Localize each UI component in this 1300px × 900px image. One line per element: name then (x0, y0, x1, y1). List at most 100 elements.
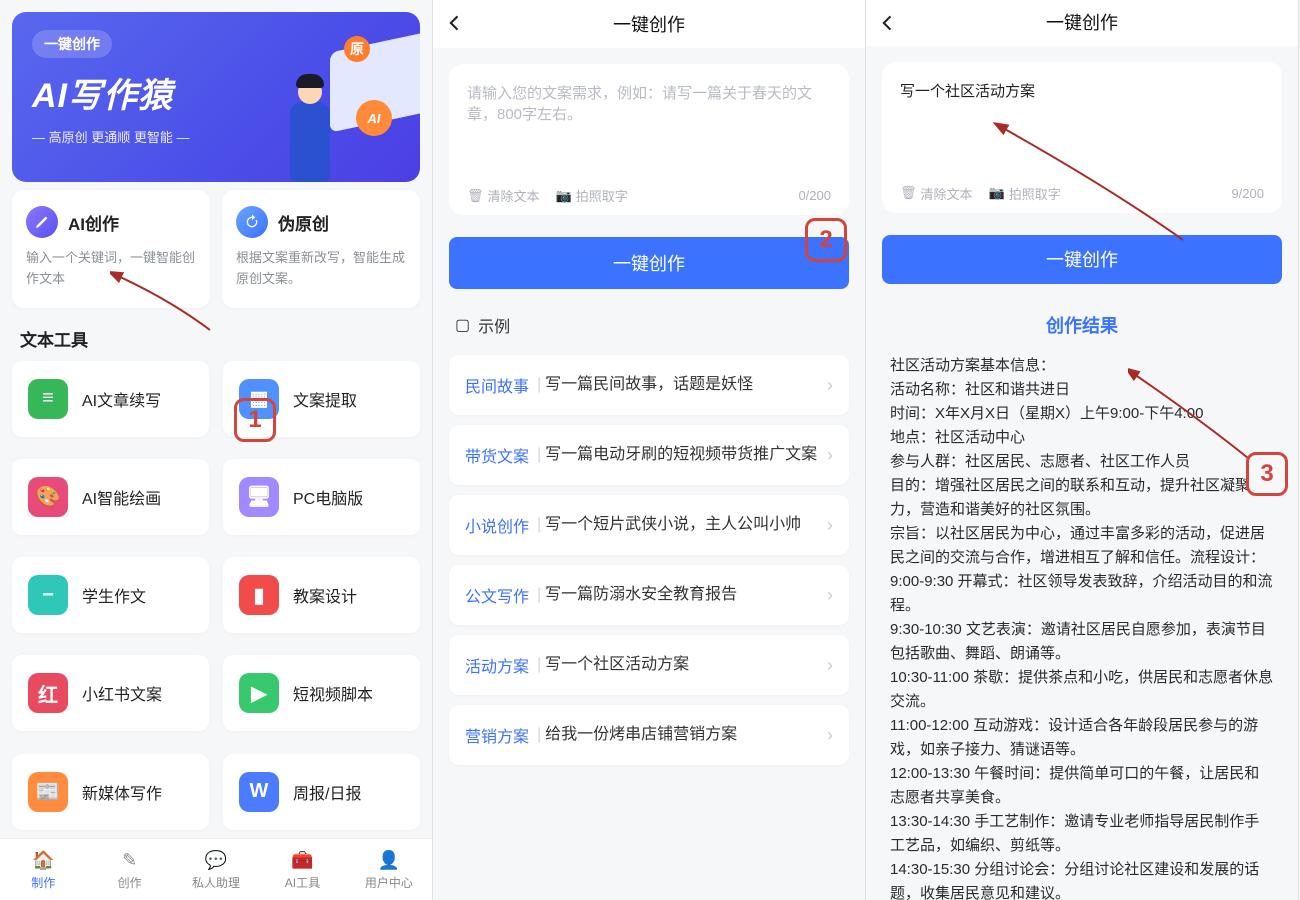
chevron-right-icon: › (827, 725, 833, 746)
tool-label: AI智能绘画 (82, 485, 161, 509)
screen-compose-result: 一键创作 写一个社区活动方案 🗑 清除文本 📷 拍照取字 9/200 一键创作 … (866, 0, 1299, 900)
example-item[interactable]: 民间故事|写一篇民间故事，话题是妖怪› (449, 355, 849, 415)
clear-label: 清除文本 (488, 186, 540, 205)
tool-item[interactable]: −学生作文 (12, 557, 209, 633)
example-tag: 带货文案 (465, 443, 529, 467)
separator: | (537, 586, 541, 604)
example-item[interactable]: 活动方案|写一个社区活动方案› (449, 635, 849, 695)
tab-AI工具[interactable]: 🧰AI工具 (259, 848, 345, 891)
tool-icon: ▶ (239, 673, 279, 713)
example-tag: 民间故事 (465, 373, 529, 397)
chevron-right-icon: › (827, 375, 833, 396)
tool-item[interactable]: 红小红书文案 (12, 655, 209, 731)
tab-icon: 💬 (204, 848, 228, 872)
trash-icon: 🗑 (900, 185, 917, 201)
navbar: 一键创作 (866, 0, 1298, 46)
tool-item[interactable]: 🖥PC电脑版 (223, 459, 420, 535)
prompt-textarea[interactable]: 写一个社区活动方案 (900, 80, 1264, 176)
tab-私人助理[interactable]: 💬私人助理 (173, 848, 259, 891)
tool-label: 文案提取 (293, 387, 357, 411)
separator: | (537, 726, 541, 744)
chevron-right-icon: › (827, 585, 833, 606)
tool-item[interactable]: ▶ 短视频脚本 (223, 655, 420, 731)
annotation-callout-1: 1 (234, 398, 276, 442)
card-desc: 根据文案重新改写，智能生成原创文案。 (236, 248, 406, 290)
card-pseudo-original[interactable]: 伪原创 根据文案重新改写，智能生成原创文案。 (222, 190, 420, 308)
hero-banner[interactable]: 原 AI 一键创作 AI写作猿 — 高原创 更通顺 更智能 — (12, 12, 420, 182)
hero-subtitle: — 高原创 更通顺 更智能 — (32, 127, 400, 146)
example-item[interactable]: 小说创作 |写一个短片武侠小说，主人公叫小帅 › (449, 495, 849, 555)
example-text: 写一篇防溺水安全教育报告 (545, 584, 821, 606)
pen-icon (26, 206, 58, 238)
example-text: 写一个社区活动方案 (545, 654, 821, 676)
tool-label: 教案设计 (293, 583, 357, 607)
tab-label: 用户中心 (346, 874, 432, 891)
tool-item[interactable]: 📰新媒体写作 (12, 754, 209, 830)
example-item[interactable]: 带货文案|写一篇电动牙刷的短视频带货推广文案› (449, 425, 849, 485)
clear-label: 清除文本 (921, 184, 973, 203)
hero-pill: 一键创作 (32, 30, 112, 58)
example-item[interactable]: 公文写作|写一篇防溺水安全教育报告› (449, 565, 849, 625)
tool-label: PC电脑版 (293, 485, 363, 509)
tab-icon: 👤 (377, 848, 401, 872)
tool-icon: 红 (28, 673, 68, 713)
tool-icon: 🎨 (28, 477, 68, 517)
prompt-textarea[interactable]: 请输入您的文案需求，例如：请写一篇关于春天的文章，800字左右。 (467, 82, 831, 178)
camera-icon: 📷 (989, 185, 1005, 201)
panel-actions-row: 🗑 清除文本 📷 拍照取字 9/200 (900, 184, 1264, 203)
tool-label: 短视频脚本 (293, 681, 373, 705)
input-panel: 请输入您的文案需求，例如：请写一篇关于春天的文章，800字左右。 🗑 清除文本 … (449, 64, 849, 215)
tool-item[interactable]: ▮教案设计 (223, 557, 420, 633)
separator: | (537, 516, 541, 534)
result-title: 创作结果 (866, 312, 1298, 338)
tab-制作[interactable]: 🏠制作 (0, 848, 86, 891)
tool-grid: ≡AI文章续写▦文案提取🎨AI智能绘画🖥PC电脑版−学生作文▮教案设计红小红书文… (0, 361, 432, 838)
char-counter: 9/200 (1231, 186, 1264, 201)
photo-ocr-button[interactable]: 📷 拍照取字 (556, 186, 628, 205)
back-icon[interactable] (445, 10, 465, 42)
photo-ocr-button[interactable]: 📷 拍照取字 (989, 184, 1061, 203)
examples-title: 示例 (478, 313, 510, 337)
back-icon[interactable] (878, 10, 898, 42)
generate-button[interactable]: 一键创作 (882, 235, 1282, 284)
chevron-right-icon: › (827, 655, 833, 676)
tool-item[interactable]: W周报/日报 (223, 754, 420, 830)
navbar-title: 一键创作 (1046, 9, 1118, 35)
chevron-right-icon: › (827, 515, 833, 536)
card-title: AI创作 (68, 210, 119, 235)
tool-label: AI文章续写 (82, 387, 161, 411)
annotation-callout-2: 2 (805, 218, 847, 262)
tab-bar: 🏠制作✎创作💬私人助理🧰AI工具 👤 用户中心 (0, 838, 432, 900)
tool-item[interactable]: ≡AI文章续写 (12, 361, 209, 437)
navbar: 一键创作 (433, 0, 865, 48)
card-desc: 输入一个关键词，一键智能创作文本 (26, 248, 196, 290)
generate-button[interactable]: 一键创作 (449, 237, 849, 289)
tool-label: 学生作文 (82, 583, 146, 607)
tab-label: AI工具 (259, 874, 345, 891)
screen-compose-empty: 一键创作 请输入您的文案需求，例如：请写一篇关于春天的文章，800字左右。 🗑 … (433, 0, 866, 900)
trash-icon: 🗑 (467, 188, 484, 204)
tab-icon: 🏠 (31, 848, 55, 872)
separator: | (537, 656, 541, 674)
result-body: 社区活动方案基本信息：活动名称：社区和谐共进日时间：X年X月X日（星期X）上午9… (866, 338, 1298, 900)
chevron-right-icon: › (827, 445, 833, 466)
tool-item[interactable]: 🎨 AI智能绘画 (12, 459, 209, 535)
input-panel: 写一个社区活动方案 🗑 清除文本 📷 拍照取字 9/200 (882, 62, 1282, 213)
screen-home: 原 AI 一键创作 AI写作猿 — 高原创 更通顺 更智能 — AI创作 输入一… (0, 0, 433, 900)
separator: | (537, 446, 541, 464)
card-title: 伪原创 (278, 210, 329, 235)
tab-用户中心[interactable]: 👤 用户中心 (346, 848, 432, 891)
example-text: 写一个短片武侠小说，主人公叫小帅 (545, 514, 821, 536)
card-ai-create[interactable]: AI创作 输入一个关键词，一键智能创作文本 (12, 190, 210, 308)
tab-创作[interactable]: ✎创作 (86, 848, 172, 891)
clear-text-button[interactable]: 🗑 清除文本 (900, 184, 973, 203)
tool-icon: W (239, 772, 279, 812)
navbar-title: 一键创作 (613, 11, 685, 37)
example-item[interactable]: 营销方案|给我一份烤串店铺营销方案› (449, 705, 849, 765)
examples-header: ▢ 示例 (433, 289, 865, 345)
tool-label: 新媒体写作 (82, 780, 162, 804)
clear-text-button[interactable]: 🗑 清除文本 (467, 186, 540, 205)
char-counter: 0/200 (798, 188, 831, 203)
example-tag: 小说创作 (465, 513, 529, 537)
bookmark-icon: ▢ (455, 315, 470, 335)
